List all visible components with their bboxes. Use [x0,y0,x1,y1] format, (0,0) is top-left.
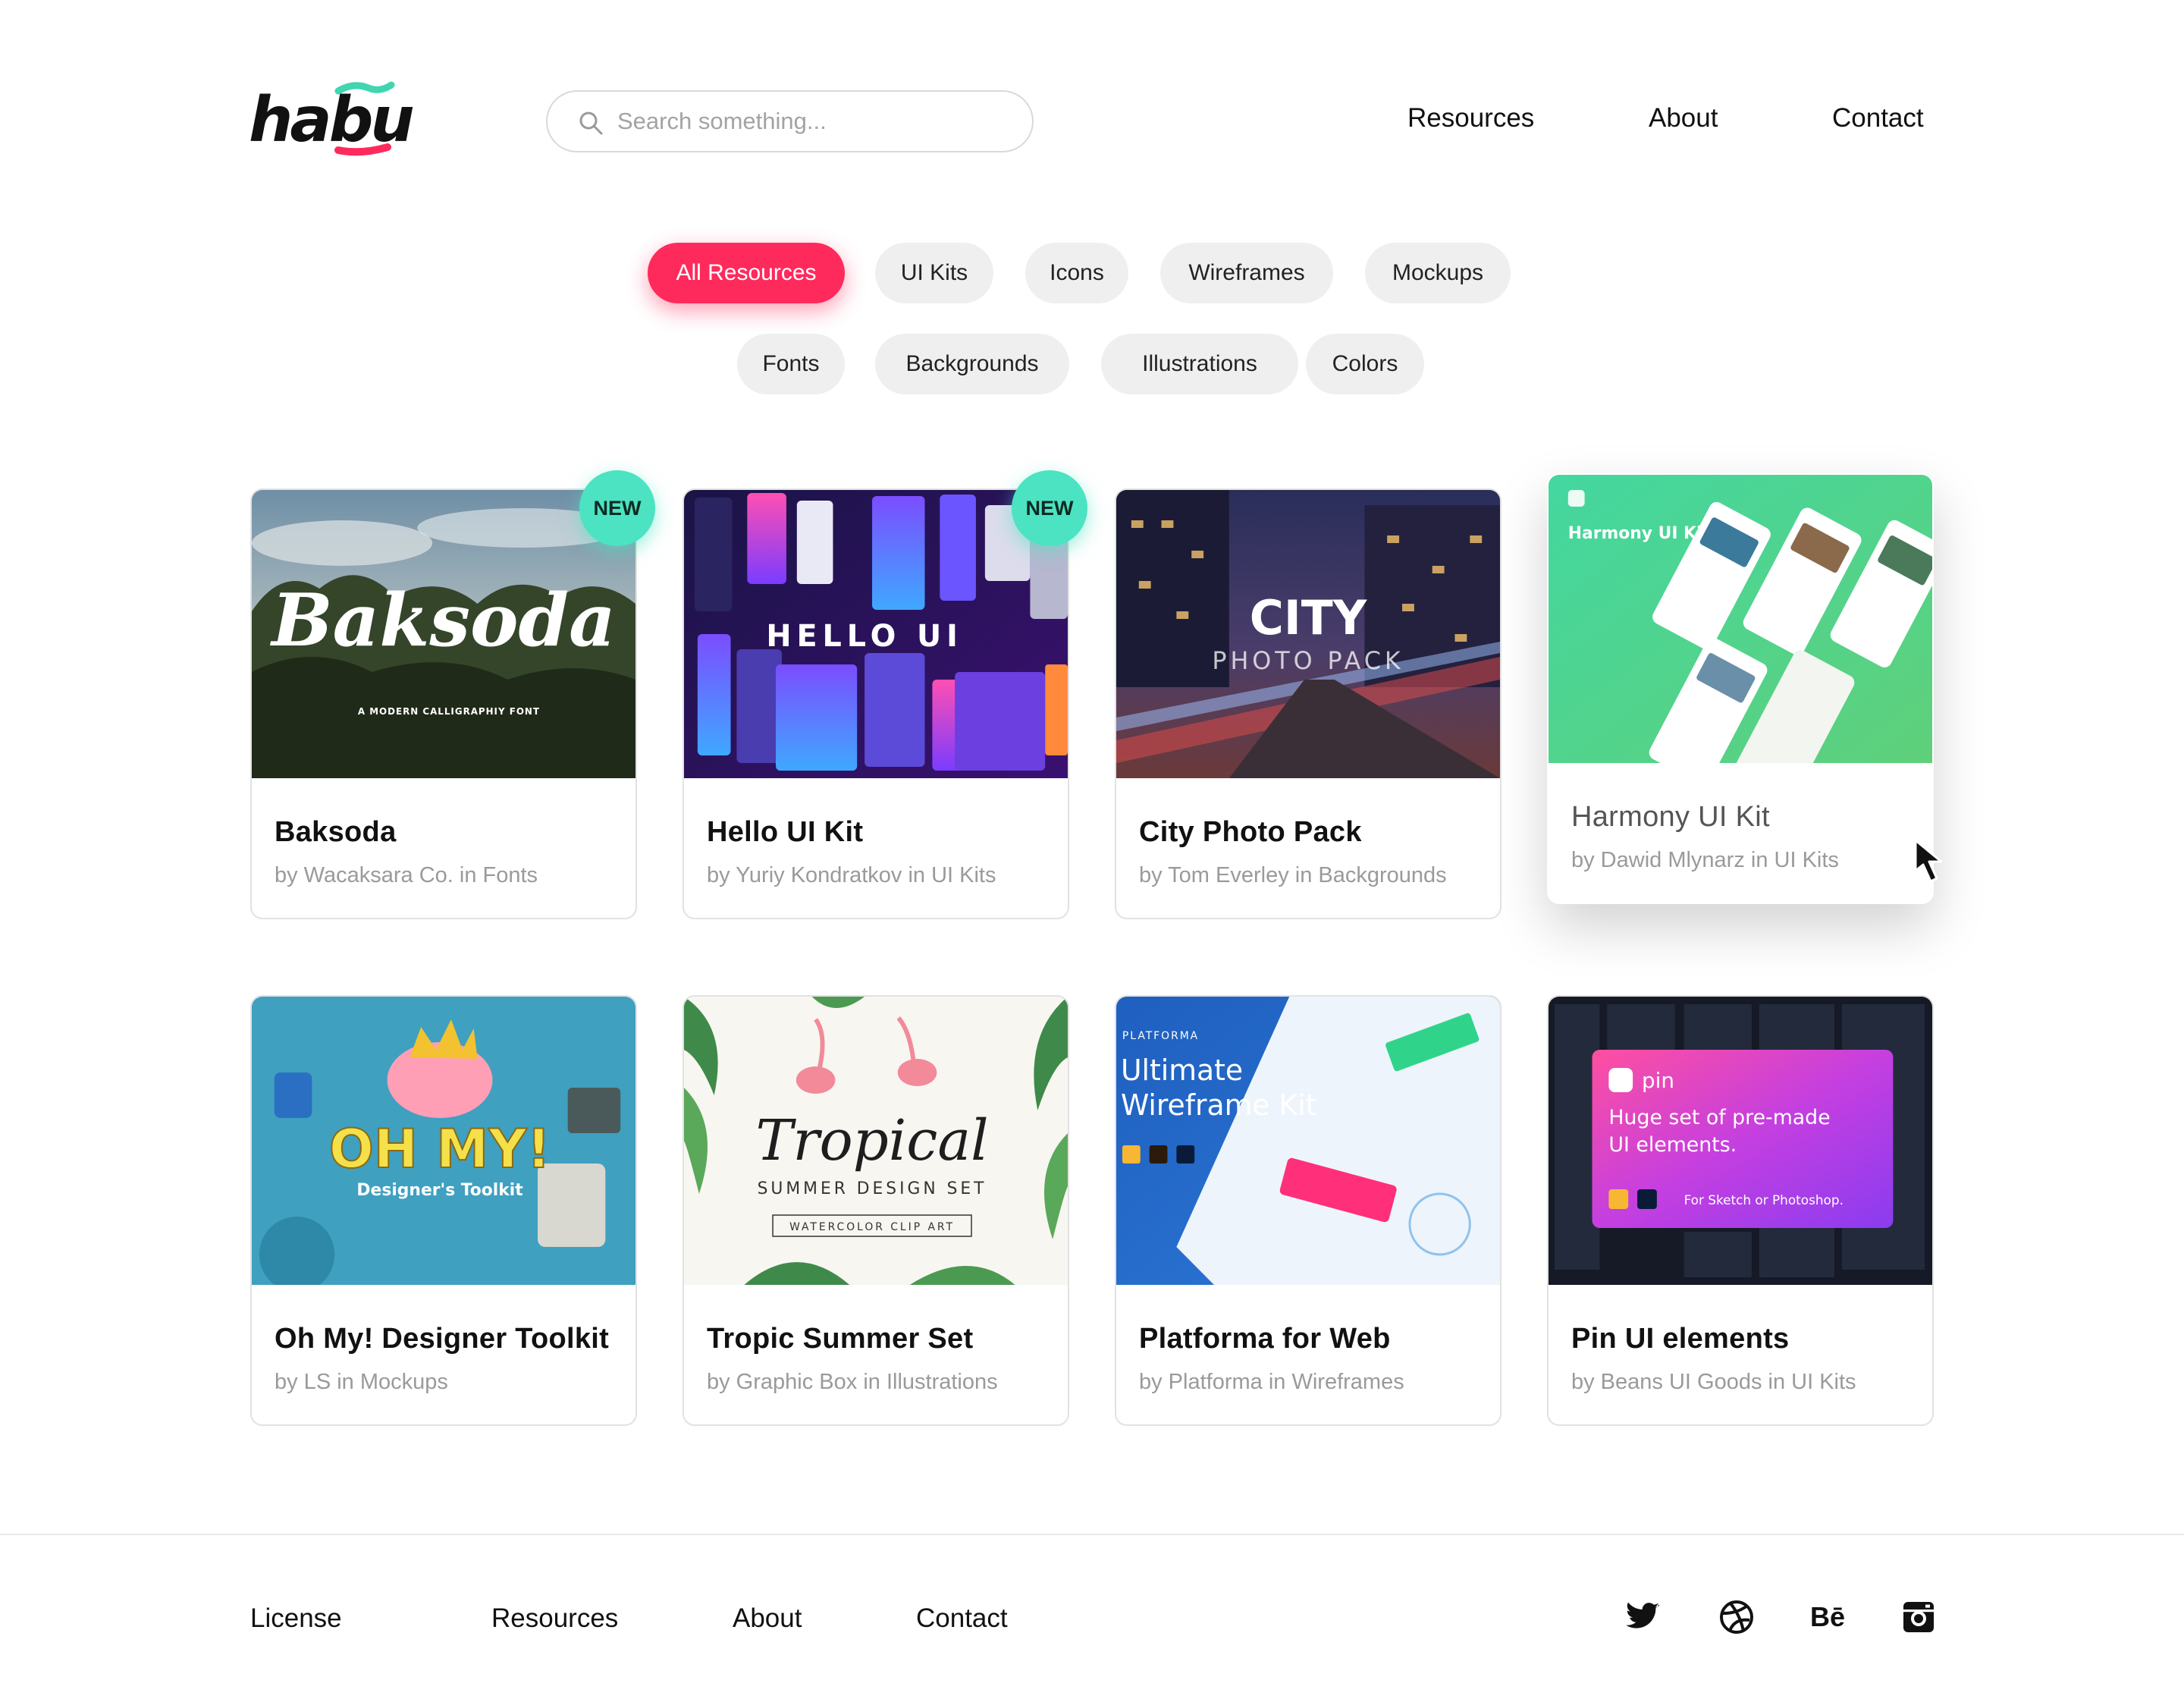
card-subtitle: by LS in Mockups [275,1370,448,1394]
resource-card-tropic-summer-set[interactable]: Tropical SUMMER DESIGN SET WATERCOLOR CL… [682,995,1069,1426]
filter-illustrations[interactable]: Illustrations [1101,334,1298,394]
new-badge: NEW [1012,470,1087,546]
card-title: Oh My! Designer Toolkit [275,1323,610,1355]
behance-icon[interactable]: Bē [1809,1599,1846,1635]
platforma-headline: Ultimate [1121,1054,1243,1087]
logo-wordmark: habu [249,84,413,156]
card-thumbnail: Tropical SUMMER DESIGN SET WATERCOLOR CL… [684,997,1068,1285]
platforma-headline2: Wireframe Kit [1121,1088,1317,1122]
tropical-note: WATERCOLOR CLIP ART [789,1221,955,1233]
card-title: Harmony UI Kit [1571,801,1770,833]
nav-resources[interactable]: Resources [1407,103,1534,133]
card-subtitle: by Dawid Mlynarz in UI Kits [1571,848,1839,872]
footer-resources[interactable]: Resources [491,1603,618,1634]
card-thumbnail: PLATFORMA Ultimate Wireframe Kit [1116,997,1500,1285]
nav-about[interactable]: About [1649,103,1718,133]
harmony-headline: Harmony UI Kit [1568,524,1710,543]
pin-headline2: UI elements. [1608,1133,1737,1157]
twitter-icon[interactable] [1624,1599,1661,1635]
card-thumbnail: Baksoda A MODERN CALLIGRAPHIY FONT [252,490,635,778]
card-subtitle: by Tom Everley in Backgrounds [1139,863,1447,887]
city-tagline: PHOTO PACK [1212,646,1404,675]
card-title: Tropic Summer Set [707,1323,974,1355]
card-subtitle: by Wacaksara Co. in Fonts [275,863,538,887]
filter-fonts[interactable]: Fonts [737,334,845,394]
filter-mockups[interactable]: Mockups [1365,243,1511,303]
card-thumbnail: OH MY! Designer's Toolkit [252,997,635,1285]
nav-contact[interactable]: Contact [1832,103,1924,133]
footer-license[interactable]: License [250,1603,342,1634]
card-title: Hello UI Kit [707,816,864,848]
resource-card-baksoda[interactable]: Baksoda A MODERN CALLIGRAPHIY FONT Bakso… [250,488,637,919]
baksoda-headline: Baksoda [269,577,616,663]
card-thumbnail: Harmony UI Kit [1549,475,1932,763]
card-title: City Photo Pack [1139,816,1362,848]
card-title: Pin UI elements [1571,1323,1790,1355]
resource-card-city-photo-pack[interactable]: CITY PHOTO PACK City Photo Pack by Tom E… [1115,488,1502,919]
filter-colors[interactable]: Colors [1306,334,1424,394]
filter-all-resources[interactable]: All Resources [648,243,845,303]
card-subtitle: by Beans UI Goods in UI Kits [1571,1370,1856,1394]
oh-my-tagline: Designer's Toolkit [356,1181,522,1200]
card-subtitle: by Yuriy Kondratkov in UI Kits [707,863,996,887]
card-subtitle: by Graphic Box in Illustrations [707,1370,998,1394]
card-subtitle: by Platforma in Wireframes [1139,1370,1404,1394]
card-thumbnail: HELLO UI [684,490,1068,778]
tropical-tagline: SUMMER DESIGN SET [758,1179,987,1198]
pin-note: For Sketch or Photoshop. [1684,1192,1844,1208]
search-icon [579,111,603,135]
card-title: Platforma for Web [1139,1323,1391,1355]
search-bar[interactable] [546,90,1034,152]
card-thumbnail: CITY PHOTO PACK [1116,490,1500,778]
resource-card-platforma-for-web[interactable]: PLATFORMA Ultimate Wireframe Kit Platfor… [1115,995,1502,1426]
search-input[interactable] [617,108,1012,135]
resource-card-harmony-ui-kit[interactable]: Harmony UI Kit Harmony UI Kit by Dawid M… [1547,473,1934,904]
filter-wireframes[interactable]: Wireframes [1160,243,1333,303]
card-title: Baksoda [275,816,397,848]
mouse-cursor-icon [1914,839,1943,883]
footer-divider [0,1534,2184,1535]
new-badge: NEW [579,470,655,546]
hello-ui-headline: HELLO UI [766,619,963,654]
platforma-eyebrow: PLATFORMA [1122,1030,1199,1042]
tropical-headline: Tropical [755,1109,988,1173]
habu-logo[interactable]: habu [247,76,422,161]
resource-card-hello-ui-kit[interactable]: HELLO UI Hello UI Kit by Yuriy Kondratko… [682,488,1069,919]
resource-card-pin-ui-elements[interactable]: pin Huge set of pre-made UI elements. Fo… [1547,995,1934,1426]
filter-backgrounds[interactable]: Backgrounds [875,334,1069,394]
city-headline: CITY [1250,591,1368,645]
pin-brand: pin [1642,1068,1674,1093]
resource-card-oh-my-designer-toolkit[interactable]: OH MY! Designer's Toolkit Oh My! Designe… [250,995,637,1426]
card-thumbnail: pin Huge set of pre-made UI elements. Fo… [1549,997,1932,1285]
instagram-icon[interactable] [1900,1599,1937,1635]
filter-icons[interactable]: Icons [1025,243,1128,303]
baksoda-tagline: A MODERN CALLIGRAPHIY FONT [358,706,540,717]
footer-about[interactable]: About [733,1603,802,1634]
filter-ui-kits[interactable]: UI Kits [875,243,993,303]
oh-my-headline: OH MY! [329,1119,551,1180]
dribbble-icon[interactable] [1718,1599,1755,1635]
footer-contact[interactable]: Contact [916,1603,1008,1634]
pin-headline: Huge set of pre-made [1608,1106,1830,1129]
